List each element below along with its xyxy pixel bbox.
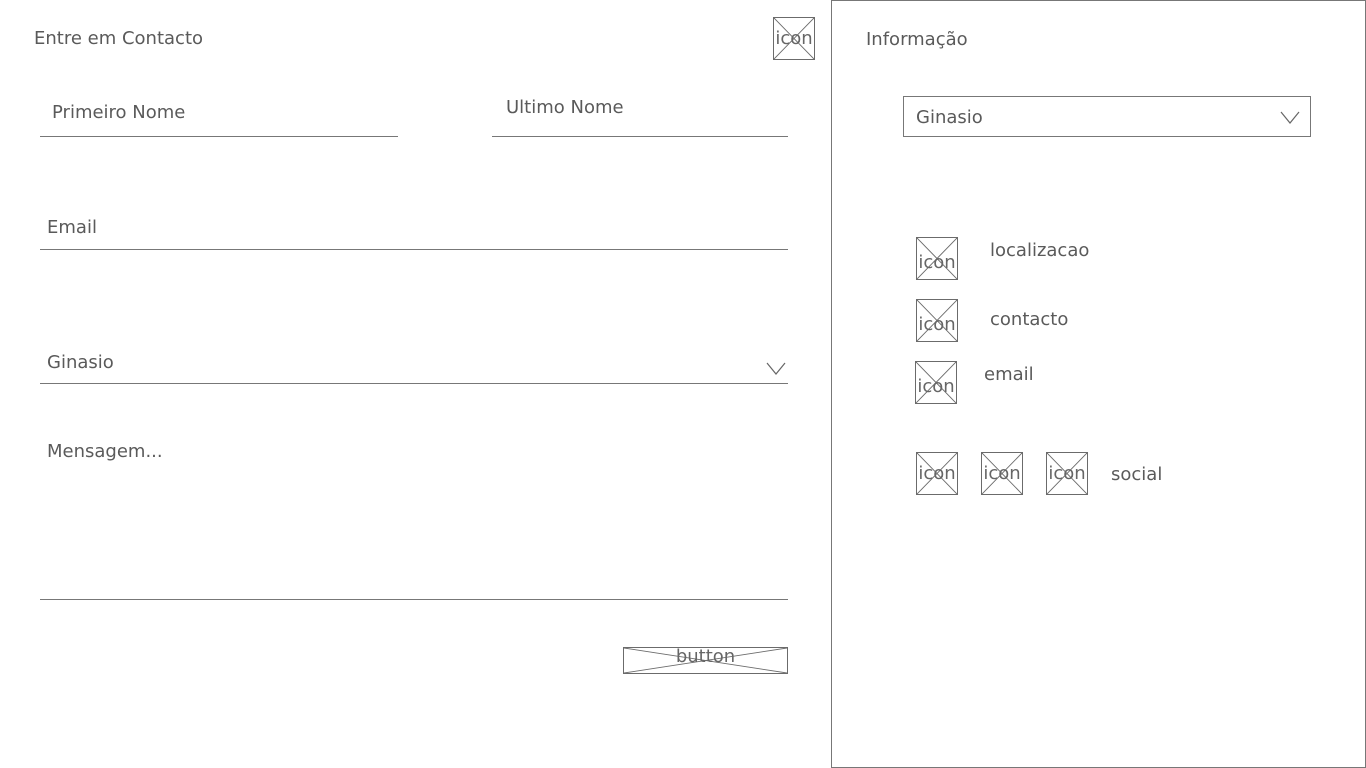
gym-select-value: Ginasio	[47, 352, 114, 373]
gym-select[interactable]: Ginasio	[40, 346, 788, 384]
location-label: localizacao	[990, 240, 1090, 261]
location-icon-label: icon	[918, 251, 956, 273]
social-icon-1[interactable]: icon	[916, 452, 958, 495]
first-name-placeholder: Primeiro Nome	[52, 102, 186, 123]
gym-select-underline	[40, 383, 788, 384]
submit-button-label: button	[675, 647, 736, 667]
email-icon-label: icon	[917, 375, 955, 397]
submit-button[interactable]: button	[623, 647, 788, 674]
header-icon[interactable]: icon	[773, 17, 815, 60]
chevron-down-icon	[766, 362, 786, 375]
form-title: Entre em Contacto	[34, 28, 204, 49]
message-placeholder: Mensagem...	[47, 441, 163, 462]
email-label: email	[984, 364, 1034, 385]
first-name-field[interactable]: Primeiro Nome	[40, 96, 398, 137]
contact-label: contacto	[990, 309, 1069, 330]
social-icon-3-label: icon	[1048, 462, 1086, 484]
chevron-down-icon	[1280, 111, 1300, 124]
social-icon-3[interactable]: icon	[1046, 452, 1088, 495]
social-icon-2-label: icon	[983, 462, 1021, 484]
first-name-underline	[40, 136, 398, 137]
social-icon-1-label: icon	[918, 462, 956, 484]
email-icon: icon	[915, 361, 957, 404]
last-name-underline	[492, 136, 788, 137]
phone-icon: icon	[916, 299, 958, 342]
email-placeholder: Email	[47, 217, 97, 238]
location-icon: icon	[916, 237, 958, 280]
last-name-placeholder: Ultimo Nome	[506, 97, 624, 118]
email-underline	[40, 249, 788, 250]
info-title: Informação	[866, 29, 968, 50]
info-gym-select-value: Ginasio	[916, 107, 983, 128]
email-field[interactable]: Email	[40, 212, 788, 250]
last-name-field[interactable]: Ultimo Nome	[492, 96, 788, 137]
header-icon-label: icon	[775, 27, 813, 49]
info-panel: Informação Ginasio icon localizacao icon…	[831, 0, 1366, 768]
social-label: social	[1111, 464, 1163, 485]
info-gym-select[interactable]: Ginasio	[903, 96, 1311, 137]
social-icon-2[interactable]: icon	[981, 452, 1023, 495]
message-underline	[40, 599, 788, 600]
phone-icon-label: icon	[918, 313, 956, 335]
message-field[interactable]: Mensagem...	[40, 436, 788, 600]
